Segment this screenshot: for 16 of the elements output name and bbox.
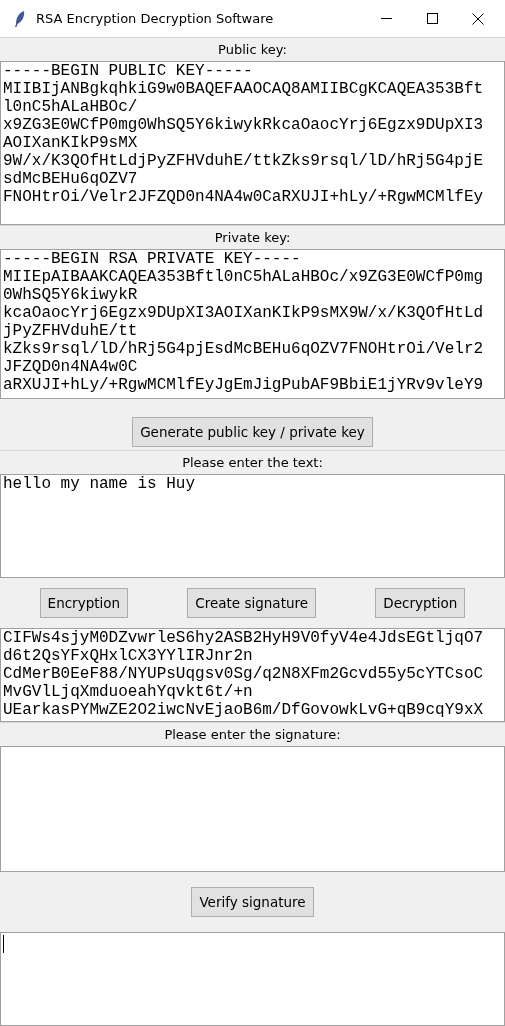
signature-field[interactable]: [0, 746, 505, 872]
private-key-field[interactable]: -----BEGIN RSA PRIVATE KEY----- MIIEpAIBAAKCAQEA353Bftl0nC5hALaHBOc/x9ZG3E0WCfP0mg 0WhSQ5Y6kiwykR kcaOaocYrj6Egzx9DUpXI3AOIXanKIkP9sMX9W/x/K3QOfHtLd jPyZFHVduhE/tt kZks9rsql/lD/hRj5G4pjEsdMcBEHu6qOZV7FNOHtrOi/Velr2 JFZQD0n4NA4w0C aRXUJI+hLy/+RgwMCMlfEyJgEmJigPubAF9BbiE1jYRv9vleY9: [0, 249, 505, 399]
text-field[interactable]: hello my name is Huy: [0, 474, 505, 578]
action-button[interactable]: Verify signature: [191, 887, 314, 917]
action-button[interactable]: Generate public key / private key: [132, 417, 373, 447]
action-button[interactable]: Decryption: [375, 588, 466, 618]
window-title: RSA Encryption Decryption Software: [36, 9, 274, 28]
close-icon: [472, 12, 484, 25]
action-button[interactable]: Encryption: [39, 588, 129, 618]
minimize-icon: [380, 18, 392, 19]
feather-icon: [14, 9, 26, 28]
output-field[interactable]: CIFWs4sjyM0DZvwrleS6hy2ASB2HyH9V0fyV4e4JdsEGtljqO7 d6t2QsYFxQHxlCX3YYlIRJnr2n CdMerB0EeF88/NYUPsUqgsv0Sg/q2N8XFm2Gcvd55y5cYTCsoC MvGVlLjqXmduoeahYqvkt6t/+n UEarkasPYMwZE2O2iwcNvEjaoB6m/DfGovowkLvG+qB9cqY9xX: [0, 628, 505, 722]
maximize-icon: [426, 13, 438, 24]
action-button[interactable]: Create signature: [187, 588, 317, 618]
result-field[interactable]: [0, 932, 505, 1026]
public-key-field[interactable]: -----BEGIN PUBLIC KEY----- MIIBIjANBgkqhkiG9w0BAQEFAAOCAQ8AMIIBCgKCAQEA353Bft l0nC5hALaHBOc/ x9ZG3E0WCfP0mg0WhSQ5Y6kiwykRkcaOaocYrj6Egzx9DUpXI3 AOIXanKIkP9sMX 9W/x/K3QOfHtLdjPyZFHVduhE/ttkZks9rsql/lD/hRj5G4pjE sdMcBEHu6qOZV7 FNOHtrOi/Velr2JFZQD0n4NA4w0CaRXUJI+hLy/+RgwMCMlfEy: [0, 61, 505, 225]
